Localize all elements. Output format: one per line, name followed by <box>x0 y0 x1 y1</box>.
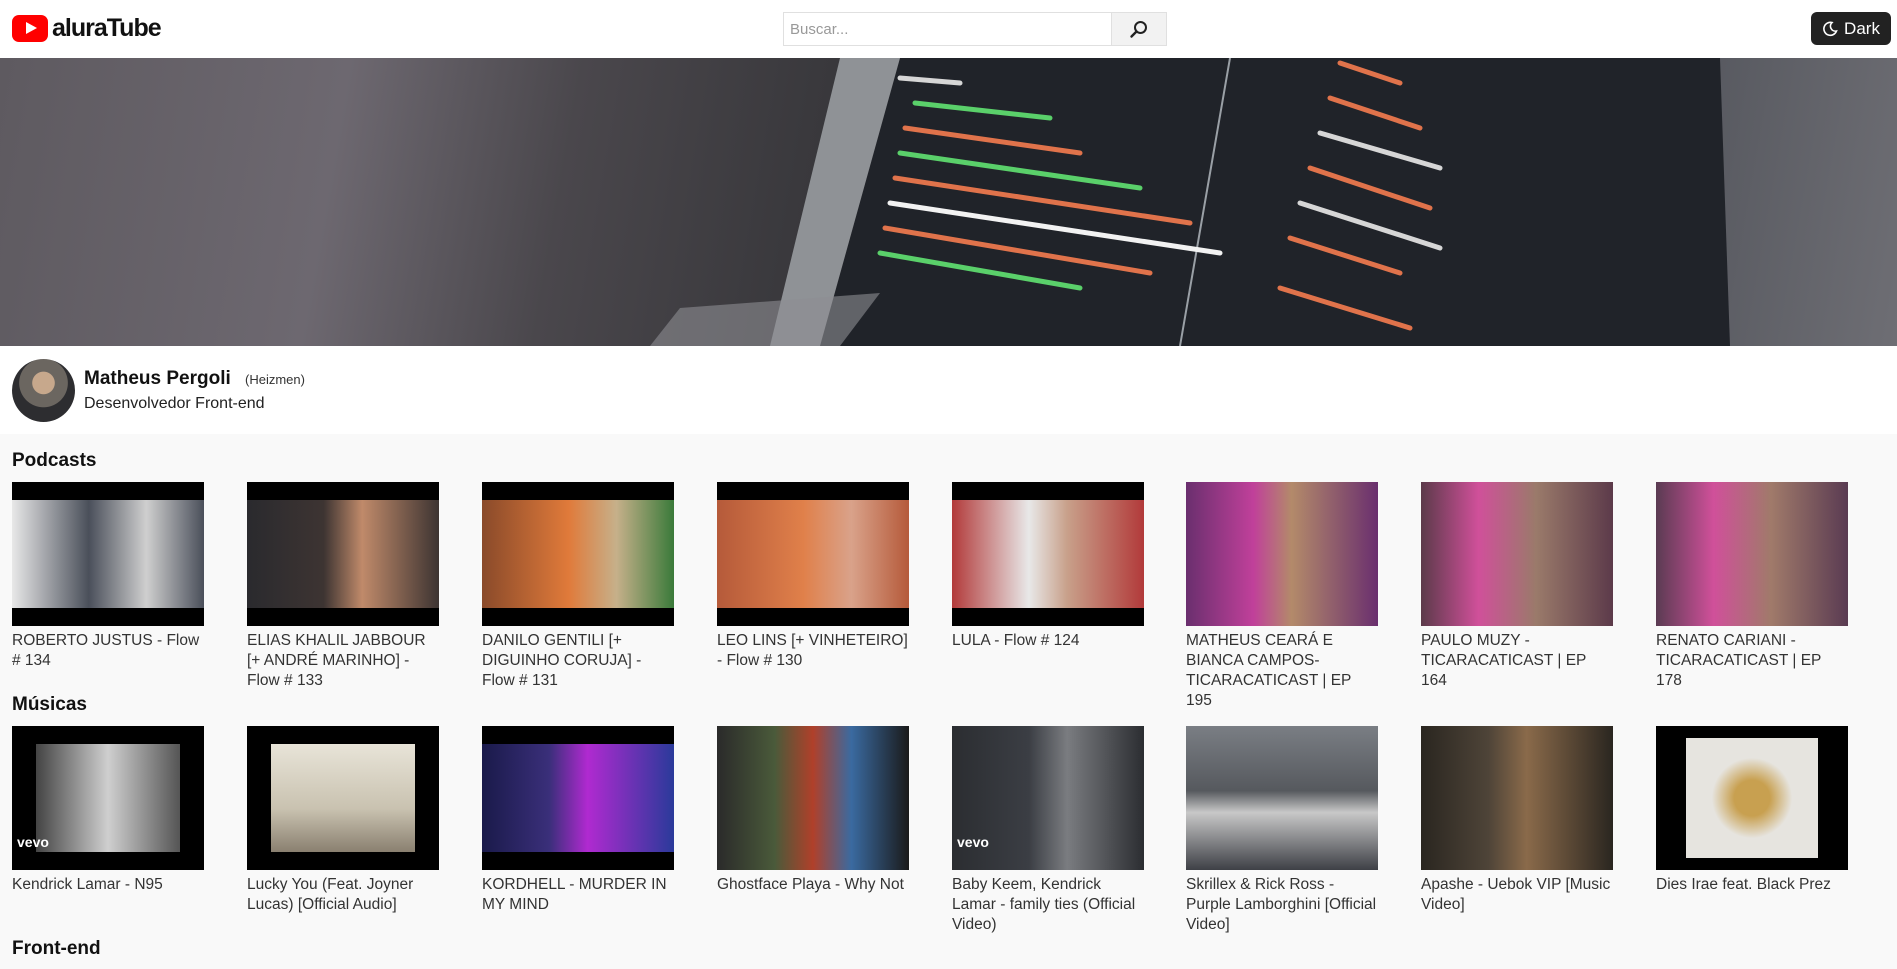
video-thumbnail[interactable] <box>247 726 439 870</box>
video-thumbnail[interactable]: vevo <box>952 726 1144 870</box>
video-thumbnail[interactable] <box>12 482 204 626</box>
video-thumbnail[interactable] <box>1656 726 1848 870</box>
logo[interactable]: aluraTube <box>12 14 162 43</box>
video-card[interactable]: Dies Irae feat. Black Prez <box>1656 726 1848 895</box>
search-input[interactable] <box>784 13 1111 45</box>
section-title-podcasts: Podcasts <box>12 450 97 471</box>
section-title-front-end: Front-end <box>12 938 101 959</box>
video-thumbnail[interactable] <box>247 482 439 626</box>
video-card[interactable]: DANILO GENTILI [+ DIGUINHO CORUJA] - Flo… <box>482 482 674 691</box>
video-card[interactable]: vevo Baby Keem, Kendrick Lamar - family … <box>952 726 1144 935</box>
profile-name: Matheus Pergoli <box>84 368 231 389</box>
video-title[interactable]: Baby Keem, Kendrick Lamar - family ties … <box>952 875 1144 935</box>
video-title[interactable]: RENATO CARIANI - TICARACATICAST | EP 178 <box>1656 631 1848 691</box>
dark-mode-toggle[interactable]: Dark <box>1811 12 1891 45</box>
search-icon <box>1130 21 1147 38</box>
video-thumbnail[interactable] <box>1186 726 1378 870</box>
video-title[interactable]: PAULO MUZY - TICARACATICAST | EP 164 <box>1421 631 1613 691</box>
video-thumbnail[interactable] <box>482 726 674 870</box>
avatar[interactable] <box>12 359 75 422</box>
top-header: aluraTube Dark <box>0 0 1897 58</box>
video-title[interactable]: Kendrick Lamar - N95 <box>12 875 204 895</box>
video-thumbnail[interactable] <box>1421 482 1613 626</box>
youtube-play-icon <box>12 15 48 42</box>
video-thumbnail[interactable] <box>482 482 674 626</box>
logo-text: aluraTube <box>52 14 162 42</box>
video-card[interactable]: Lucky You (Feat. Joyner Lucas) [Official… <box>247 726 439 915</box>
video-card[interactable]: ROBERTO JUSTUS - Flow # 134 <box>12 482 204 671</box>
video-card[interactable]: PAULO MUZY - TICARACATICAST | EP 164 <box>1421 482 1613 691</box>
video-card[interactable]: Ghostface Playa - Why Not <box>717 726 909 895</box>
video-title[interactable]: Lucky You (Feat. Joyner Lucas) [Official… <box>247 875 439 915</box>
video-title[interactable]: ROBERTO JUSTUS - Flow # 134 <box>12 631 204 671</box>
video-thumbnail[interactable] <box>952 482 1144 626</box>
video-title[interactable]: Apashe - Uebok VIP [Music Video] <box>1421 875 1613 915</box>
video-thumbnail[interactable] <box>717 726 909 870</box>
video-thumbnail[interactable]: vevo <box>12 726 204 870</box>
video-card[interactable]: KORDHELL - MURDER IN MY MIND <box>482 726 674 915</box>
video-card[interactable]: ELIAS KHALIL JABBOUR [+ ANDRÉ MARINHO] -… <box>247 482 439 691</box>
moon-icon <box>1823 21 1838 36</box>
channel-banner <box>0 58 1897 346</box>
video-card[interactable]: LEO LINS [+ VINHETEIRO] - Flow # 130 <box>717 482 909 671</box>
video-thumbnail[interactable] <box>1656 482 1848 626</box>
vevo-badge: vevo <box>957 834 989 850</box>
video-card[interactable]: MATHEUS CEARÁ E BIANCA CAMPOS- TICARACAT… <box>1186 482 1378 711</box>
video-title[interactable]: ELIAS KHALIL JABBOUR [+ ANDRÉ MARINHO] -… <box>247 631 439 691</box>
video-card[interactable]: RENATO CARIANI - TICARACATICAST | EP 178 <box>1656 482 1848 691</box>
video-card[interactable]: Skrillex & Rick Ross - Purple Lamborghin… <box>1186 726 1378 935</box>
video-card[interactable]: Apashe - Uebok VIP [Music Video] <box>1421 726 1613 915</box>
video-title[interactable]: KORDHELL - MURDER IN MY MIND <box>482 875 674 915</box>
video-thumbnail[interactable] <box>1421 726 1613 870</box>
video-card[interactable]: LULA - Flow # 124 <box>952 482 1144 651</box>
banner-laptop-code-image <box>650 58 1730 346</box>
profile-nickname: (Heizmen) <box>245 372 305 387</box>
video-title[interactable]: Skrillex & Rick Ross - Purple Lamborghin… <box>1186 875 1378 935</box>
video-card[interactable]: vevo Kendrick Lamar - N95 <box>12 726 204 895</box>
video-thumbnail[interactable] <box>1186 482 1378 626</box>
search-bar <box>783 12 1167 46</box>
video-title[interactable]: LULA - Flow # 124 <box>952 631 1144 651</box>
profile-section: Matheus Pergoli (Heizmen) Desenvolvedor … <box>0 346 1897 434</box>
video-thumbnail[interactable] <box>717 482 909 626</box>
profile-role: Desenvolvedor Front-end <box>84 395 265 412</box>
video-title[interactable]: DANILO GENTILI [+ DIGUINHO CORUJA] - Flo… <box>482 631 674 691</box>
video-title[interactable]: Ghostface Playa - Why Not <box>717 875 909 895</box>
vevo-badge: vevo <box>17 834 49 850</box>
video-title[interactable]: LEO LINS [+ VINHETEIRO] - Flow # 130 <box>717 631 909 671</box>
video-title[interactable]: Dies Irae feat. Black Prez <box>1656 875 1848 895</box>
theme-label: Dark <box>1844 18 1880 38</box>
video-title[interactable]: MATHEUS CEARÁ E BIANCA CAMPOS- TICARACAT… <box>1186 631 1378 711</box>
section-title-musicas: Músicas <box>12 694 87 715</box>
search-button[interactable] <box>1111 13 1166 45</box>
